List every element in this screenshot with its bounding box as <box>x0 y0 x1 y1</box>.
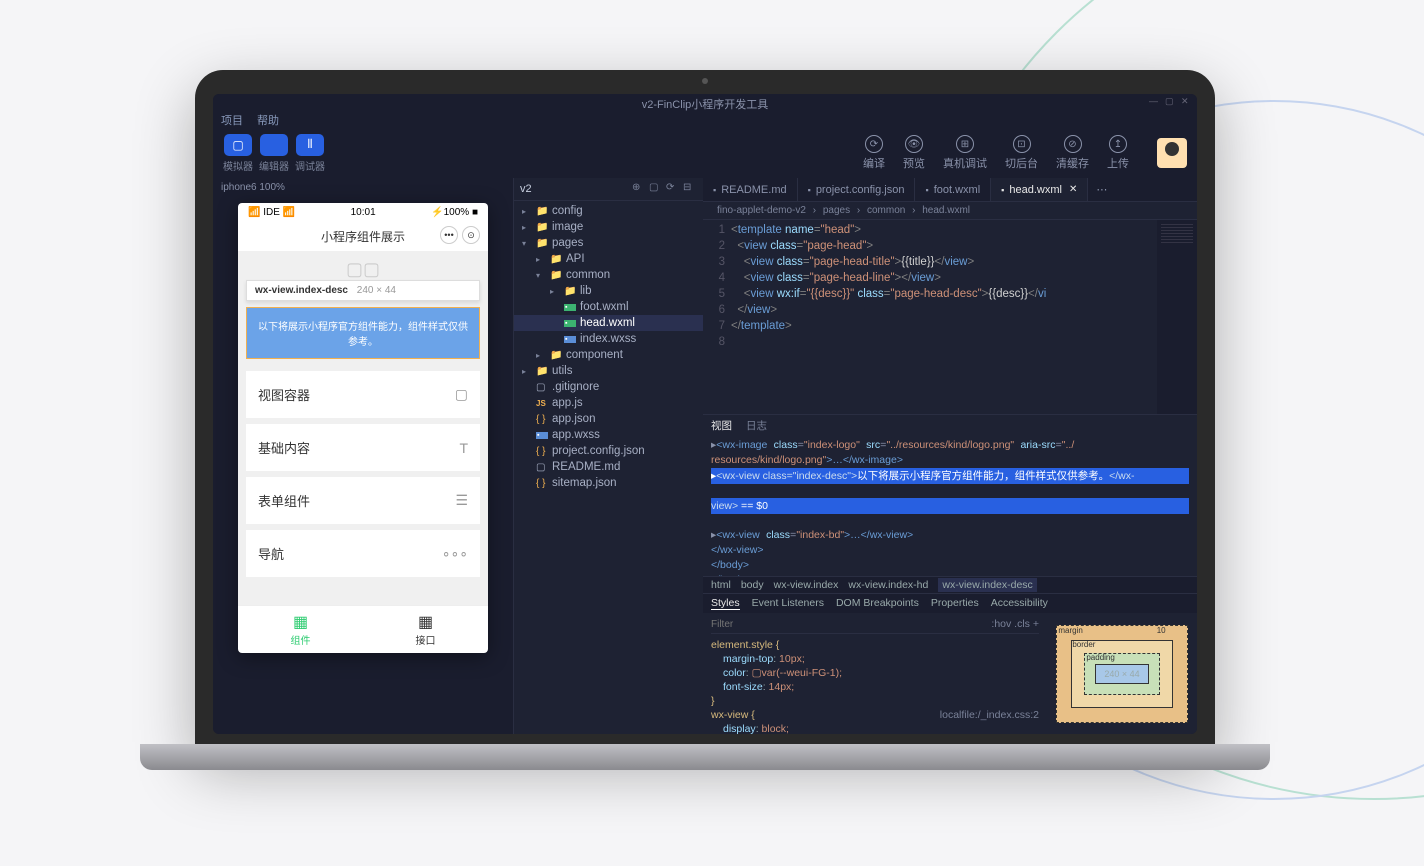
toolbar: ▢模拟器编辑器⫴调试器 ⟳编译 👁预览 ⊞真机调试 ⊡切后台 ⊘清缓存 ↥上传 <box>213 128 1197 178</box>
box-model: margin 10 border padding 240 × 44 <box>1047 613 1197 734</box>
box-model-content: 240 × 44 <box>1095 664 1148 684</box>
toolbar-btn-1[interactable]: 编辑器 <box>259 134 289 173</box>
tree-item[interactable]: ▪foot.wxml <box>514 299 703 315</box>
phone-status-bar: 📶 IDE 📶 10:01 ⚡100% ■ <box>238 203 488 222</box>
editor-tab[interactable]: ▪project.config.json <box>798 178 916 201</box>
devtools-panel: 视图 日志 ▸<wx-image class="index-logo" src=… <box>703 414 1197 734</box>
sim-menu-item[interactable]: 基础内容T <box>246 424 480 471</box>
status-time: 10:01 <box>351 207 376 218</box>
new-folder-icon[interactable]: ▢ <box>649 182 663 196</box>
dom-tree[interactable]: ▸<wx-image class="index-logo" src="../re… <box>703 436 1197 576</box>
toolbar-action-3[interactable]: ⊡切后台 <box>1005 135 1038 171</box>
app-screen: v2-FinClip小程序开发工具 — ▢ ✕ 项目 帮助 ▢模拟器编辑器⫴调试… <box>213 94 1197 734</box>
new-file-icon[interactable]: ⊕ <box>632 182 646 196</box>
phone-page-title: 小程序组件展示 ••• ⊙ <box>238 222 488 251</box>
tab-more-icon[interactable]: ⋯ <box>1088 178 1115 201</box>
tree-item[interactable]: ▢README.md <box>514 459 703 475</box>
breadcrumbs: fino-applet-demo-v2 › pages › common › h… <box>703 202 1197 220</box>
styles-filter-input[interactable] <box>711 617 991 631</box>
phone-simulator[interactable]: 📶 IDE 📶 10:01 ⚡100% ■ 小程序组件展示 ••• ⊙ <box>238 203 488 653</box>
menu-project[interactable]: 项目 <box>221 112 243 126</box>
styles-tabs: Styles Event Listeners DOM Breakpoints Prop… <box>703 594 1197 613</box>
toolbar-action-4[interactable]: ⊘清缓存 <box>1056 135 1089 171</box>
editor-panel: ▪README.md▪project.config.json▪foot.wxml… <box>703 178 1197 734</box>
tab-view[interactable]: 视图 <box>711 418 732 433</box>
file-explorer: v2 ⊕ ▢ ⟳ ⊟ ▸📁config▸📁image▾📁pages▸📁API▾📁… <box>513 178 703 734</box>
toolbar-action-5[interactable]: ↥上传 <box>1107 135 1129 171</box>
tree-item[interactable]: ▪index.wxss <box>514 331 703 347</box>
styles-tab[interactable]: Styles <box>711 597 740 610</box>
titlebar: v2-FinClip小程序开发工具 — ▢ ✕ <box>213 94 1197 110</box>
maximize-button[interactable]: ▢ <box>1165 96 1175 106</box>
tree-item[interactable]: ▸📁image <box>514 219 703 235</box>
editor-tab[interactable]: ▪head.wxml✕ <box>991 178 1088 201</box>
tree-item[interactable]: { }project.config.json <box>514 443 703 459</box>
simulator-panel: iphone6 100% 📶 IDE 📶 10:01 ⚡100% ■ 小程序组件… <box>213 178 513 734</box>
tree-item[interactable]: { }app.json <box>514 411 703 427</box>
phone-tab[interactable]: ▦接口 <box>363 606 488 653</box>
tree-item[interactable]: ▸📁lib <box>514 283 703 299</box>
tree-item[interactable]: ▸📁config <box>514 203 703 219</box>
toolbar-btn-0[interactable]: ▢模拟器 <box>223 134 253 173</box>
tree-item[interactable]: ▸📁API <box>514 251 703 267</box>
avatar[interactable] <box>1157 138 1187 168</box>
styles-tab[interactable]: Accessibility <box>991 597 1048 610</box>
app-title: v2-FinClip小程序开发工具 <box>642 96 769 112</box>
refresh-icon[interactable]: ⟳ <box>666 182 680 196</box>
capsule-close-icon[interactable]: ⊙ <box>462 226 480 244</box>
status-battery: ⚡100% ■ <box>431 207 478 218</box>
dom-breadcrumbs[interactable]: htmlbodywx-view.indexwx-view.index-hdwx-… <box>703 576 1197 594</box>
phone-tab[interactable]: ▦组件 <box>238 606 363 653</box>
styles-panel[interactable]: :hov .cls + element.style {</span><span … <box>703 613 1047 734</box>
toolbar-btn-2[interactable]: ⫴调试器 <box>295 134 325 173</box>
hov-toggle[interactable]: :hov .cls + <box>991 617 1039 631</box>
capsule-more-icon[interactable]: ••• <box>440 226 458 244</box>
tree-item[interactable]: ▪app.wxss <box>514 427 703 443</box>
close-button[interactable]: ✕ <box>1181 96 1191 106</box>
menu-help[interactable]: 帮助 <box>257 112 279 126</box>
camera-dot <box>702 78 708 84</box>
simulator-device-info: iphone6 100% <box>213 178 513 197</box>
toolbar-action-1[interactable]: 👁预览 <box>903 135 925 171</box>
minimize-button[interactable]: — <box>1149 96 1159 106</box>
status-signal: 📶 IDE 📶 <box>248 207 295 218</box>
devtools-top-tabs: 视图 日志 <box>703 415 1197 436</box>
tab-log[interactable]: 日志 <box>746 418 767 433</box>
selected-element[interactable]: 以下将展示小程序官方组件能力，组件样式仅供参考。 <box>246 307 480 359</box>
tree-item[interactable]: ▾📁pages <box>514 235 703 251</box>
editor-tabs: ▪README.md▪project.config.json▪foot.wxml… <box>703 178 1197 202</box>
styles-tab[interactable]: Properties <box>931 597 979 610</box>
styles-tab[interactable]: Event Listeners <box>752 597 824 610</box>
editor-tab[interactable]: ▪foot.wxml <box>915 178 991 201</box>
minimap[interactable] <box>1157 220 1197 414</box>
laptop-frame: v2-FinClip小程序开发工具 — ▢ ✕ 项目 帮助 ▢模拟器编辑器⫴调试… <box>170 70 1240 790</box>
project-root[interactable]: v2 <box>520 183 629 195</box>
sim-menu-item[interactable]: 表单组件☰ <box>246 477 480 524</box>
collapse-icon[interactable]: ⊟ <box>683 182 697 196</box>
sim-menu-item[interactable]: 视图容器▢ <box>246 371 480 418</box>
inspect-tooltip: wx-view.index-desc 240 × 44 <box>246 280 480 301</box>
code-editor[interactable]: 12345678 <template name="head"> <view cl… <box>703 220 1197 414</box>
toolbar-action-0[interactable]: ⟳编译 <box>863 135 885 171</box>
tree-item[interactable]: ▸📁utils <box>514 363 703 379</box>
editor-tab[interactable]: ▪README.md <box>703 178 798 201</box>
tree-item[interactable]: ▢.gitignore <box>514 379 703 395</box>
tree-item[interactable]: ▪head.wxml <box>514 315 703 331</box>
sim-menu-item[interactable]: 导航∘∘∘ <box>246 530 480 577</box>
styles-tab[interactable]: DOM Breakpoints <box>836 597 919 610</box>
tree-item[interactable]: ▸📁component <box>514 347 703 363</box>
menubar: 项目 帮助 <box>213 110 1197 128</box>
tree-item[interactable]: { }sitemap.json <box>514 475 703 491</box>
tree-item[interactable]: JSapp.js <box>514 395 703 411</box>
tree-item[interactable]: ▾📁common <box>514 267 703 283</box>
toolbar-action-2[interactable]: ⊞真机调试 <box>943 135 987 171</box>
laptop-base <box>140 744 1270 770</box>
